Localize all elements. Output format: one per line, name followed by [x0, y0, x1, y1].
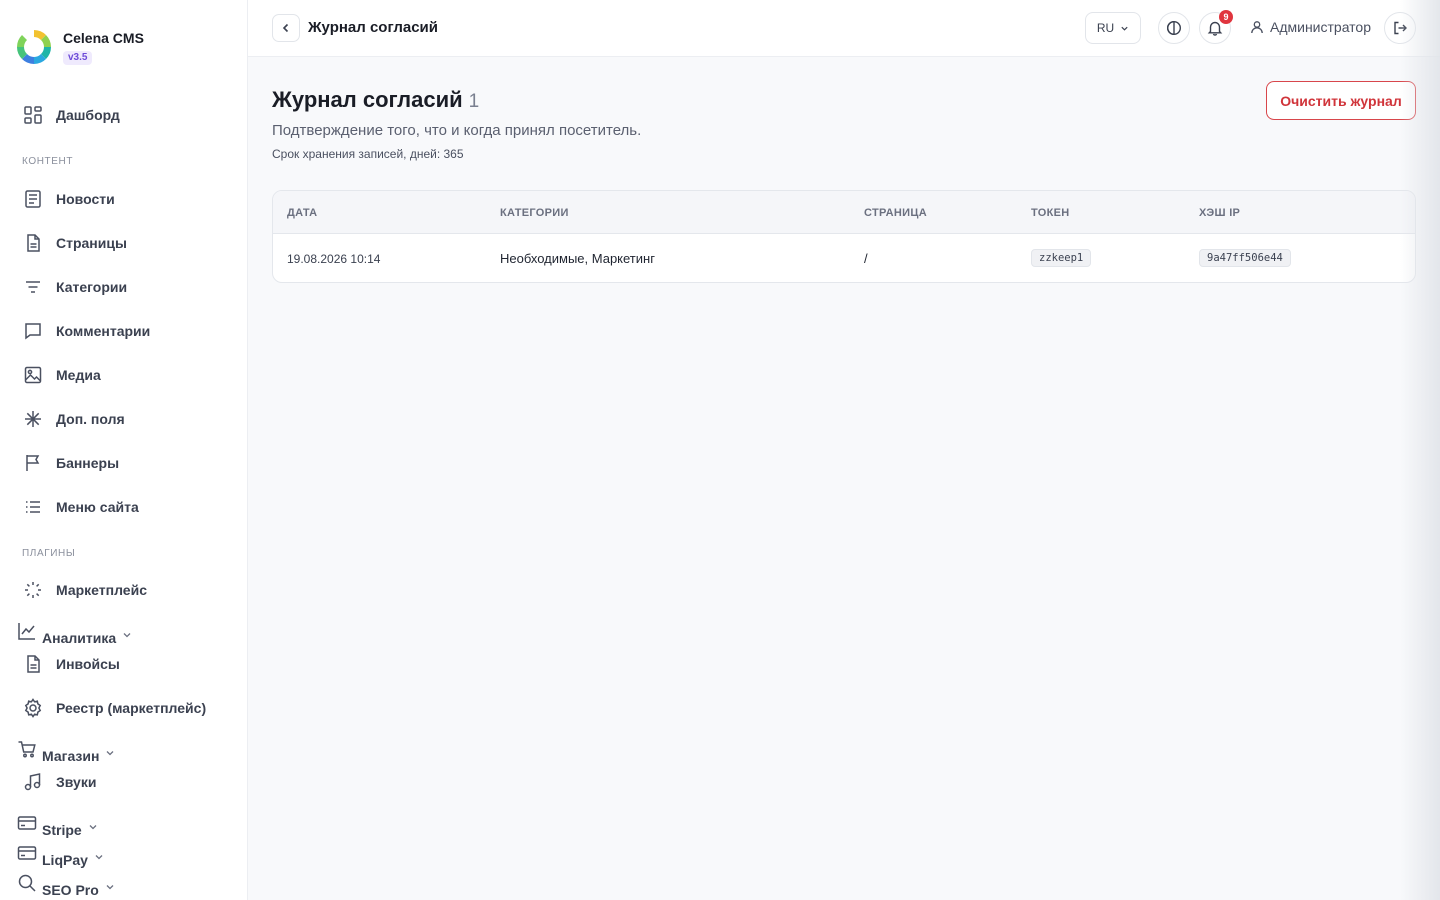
chevron-down-icon [123, 633, 131, 638]
sidebar-item-label: Меню сайта [56, 499, 139, 515]
newspaper-icon [22, 188, 44, 210]
filter-lines-icon [22, 276, 44, 298]
cell-categories: Необходимые, Маркетинг [500, 251, 655, 266]
chevron-down-icon [106, 751, 114, 756]
cell-page: / [864, 251, 868, 266]
table-header: ДАТА КАТЕГОРИИ СТРАНИЦА ТОКЕН ХЭШ IP [273, 191, 1415, 234]
sidebar-item-liqpay[interactable]: LiqPay [16, 834, 104, 868]
loader-icon [22, 579, 44, 601]
chart-line-icon [16, 620, 38, 642]
section-plugins-label: ПЛАГИНЫ [22, 548, 76, 559]
credit-card-icon [16, 842, 38, 864]
cart-icon [16, 738, 38, 760]
back-button[interactable] [272, 14, 300, 42]
sidebar-item-comments[interactable]: Комментарии [22, 319, 150, 343]
music-note-icon [22, 771, 44, 793]
sidebar-item-shop[interactable]: Магазин [16, 730, 115, 764]
cell-ip-hash: 9a47ff506e44 [1199, 249, 1291, 267]
sidebar-item-label: Страницы [56, 235, 127, 251]
sidebar-item-label: Магазин [42, 748, 100, 764]
sidebar-item-label: Новости [56, 191, 115, 207]
clear-log-button[interactable]: Очистить журнал [1266, 81, 1416, 120]
sidebar-item-label: Категории [56, 279, 128, 295]
celena-logo-icon [17, 30, 51, 64]
section-content-label: КОНТЕНТ [22, 156, 74, 167]
list-icon [22, 496, 44, 518]
sidebar-item-dashboard[interactable]: Дашборд [22, 103, 120, 127]
record-count: 1 [468, 91, 480, 112]
sidebar-item-label: Звуки [56, 774, 97, 790]
comment-icon [22, 320, 44, 342]
language-select[interactable]: RU [1085, 12, 1141, 44]
page-title-text: Журнал согласий [272, 87, 463, 112]
sidebar-item-label: Комментарии [56, 323, 151, 339]
sidebar-item-categories[interactable]: Категории [22, 275, 127, 299]
sidebar-item-seo[interactable]: SEO Pro [16, 864, 115, 898]
sidebar-item-label: Дашборд [56, 107, 120, 123]
contrast-icon [1166, 20, 1182, 36]
user-icon [1251, 21, 1263, 34]
language-value: RU [1096, 21, 1115, 35]
version-badge: v3.5 [63, 51, 93, 65]
sidebar-item-label: Инвойсы [56, 656, 120, 672]
chevron-left-icon [282, 23, 289, 33]
topbar: Журнал согласий RU 9 Администратор [248, 0, 1440, 57]
sidebar-item-menu[interactable]: Меню сайта [22, 495, 139, 519]
flag-icon [22, 452, 44, 474]
notifications-button[interactable]: 9 [1199, 10, 1233, 44]
sidebar-item-label: Маркетплейс [56, 582, 147, 598]
page-subtitle: Подтверждение того, что и когда принял п… [272, 122, 642, 139]
sidebar-item-marketplace[interactable]: Маркетплейс [22, 578, 147, 602]
logout-icon [1394, 21, 1407, 35]
chevron-down-icon [89, 825, 97, 830]
page-icon [22, 232, 44, 254]
credit-card-icon [16, 812, 38, 834]
logout-button[interactable] [1384, 12, 1416, 44]
cell-date: 19.08.2026 10:14 [287, 252, 381, 266]
sidebar-item-registry[interactable]: Реестр (маркетплейс) [22, 696, 206, 720]
consent-table: ДАТА КАТЕГОРИИ СТРАНИЦА ТОКЕН ХЭШ IP 19.… [272, 190, 1416, 283]
sidebar-item-label: SEO Pro [42, 882, 99, 898]
user-name: Администратор [1270, 19, 1372, 35]
sidebar-item-fields[interactable]: Доп. поля [22, 407, 125, 431]
sidebar-item-label: Доп. поля [56, 411, 125, 427]
sidebar: Celena CMS v3.5 Дашборд КОНТЕНТ Новости … [0, 0, 248, 900]
asterisk-icon [22, 408, 44, 430]
sidebar-item-stripe[interactable]: Stripe [16, 804, 98, 838]
chevron-down-icon [95, 855, 103, 860]
sidebar-item-invoices[interactable]: Инвойсы [22, 652, 120, 676]
brand[interactable]: Celena CMS v3.5 [16, 29, 144, 65]
image-icon [22, 364, 44, 386]
sidebar-item-analytics[interactable]: Аналитика [16, 612, 132, 646]
sidebar-item-news[interactable]: Новости [22, 187, 115, 211]
sidebar-item-sounds[interactable]: Звуки [22, 770, 96, 794]
chevron-down-icon [106, 885, 114, 890]
dashboard-icon [22, 104, 44, 126]
sidebar-item-banners[interactable]: Баннеры [22, 451, 119, 475]
retention-info: Срок хранения записей, дней: 365 [272, 147, 464, 161]
sidebar-item-label: Медиа [56, 367, 101, 383]
sidebar-item-label: Реестр (маркетплейс) [56, 700, 207, 716]
search-icon [16, 872, 38, 894]
cell-token: zzkeep1 [1031, 249, 1092, 267]
column-header-token[interactable]: ТОКЕН [1031, 207, 1070, 219]
sidebar-item-media[interactable]: Медиа [22, 363, 101, 387]
sidebar-item-label: Аналитика [42, 630, 117, 646]
topbar-title: Журнал согласий [308, 19, 438, 36]
sidebar-item-pages[interactable]: Страницы [22, 231, 127, 255]
sidebar-item-label: Баннеры [56, 455, 120, 471]
column-header-categories[interactable]: КАТЕГОРИИ [500, 207, 569, 219]
column-header-date[interactable]: ДАТА [287, 207, 317, 219]
column-header-page[interactable]: СТРАНИЦА [864, 207, 927, 219]
theme-toggle-button[interactable] [1158, 12, 1190, 44]
gear-icon [22, 697, 44, 719]
notification-badge: 9 [1219, 10, 1233, 24]
invoice-icon [22, 653, 44, 675]
user-menu[interactable]: Администратор [1250, 19, 1371, 35]
page-title: Журнал согласий 1 [272, 87, 479, 113]
chevron-down-icon [1121, 26, 1128, 31]
brand-name: Celena CMS [63, 30, 144, 46]
column-header-ip-hash[interactable]: ХЭШ IP [1199, 207, 1240, 219]
edge-shadow [1400, 0, 1440, 900]
